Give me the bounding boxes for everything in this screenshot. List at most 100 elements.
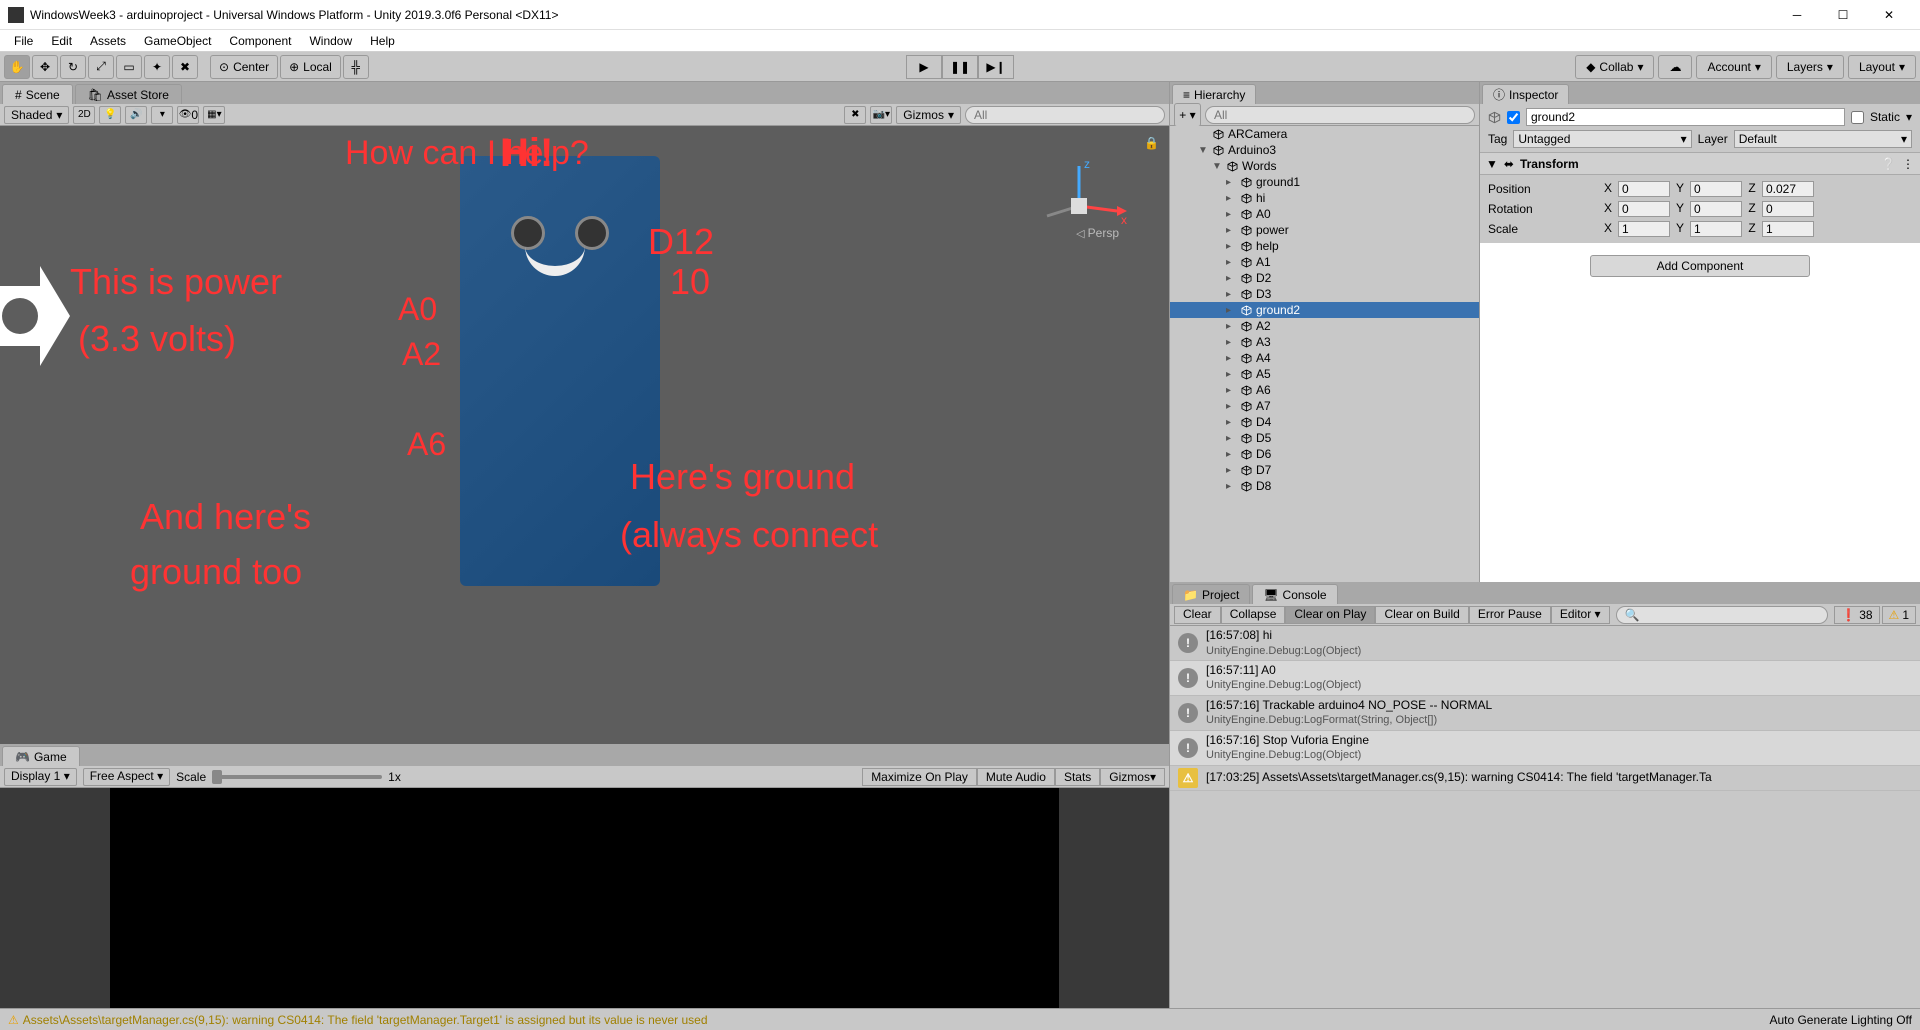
pivot-center[interactable]: ⊙Center — [210, 55, 278, 79]
tree-item-D5[interactable]: ▸D5 — [1170, 430, 1479, 446]
tab-project[interactable]: 📁 Project — [1172, 584, 1250, 604]
play-button[interactable]: ▶ — [906, 55, 942, 79]
position-z[interactable] — [1762, 181, 1814, 197]
cloud-button[interactable]: ☁ — [1658, 55, 1692, 79]
transform-tool[interactable]: ✦ — [144, 55, 170, 79]
tree-item-hi[interactable]: ▸hi — [1170, 190, 1479, 206]
tree-item-A7[interactable]: ▸A7 — [1170, 398, 1479, 414]
game-view[interactable] — [0, 788, 1169, 1008]
maximize-on-play[interactable]: Maximize On Play — [862, 768, 977, 786]
component-menu-icon[interactable]: ⋮ — [1902, 157, 1914, 171]
tab-scene[interactable]: # Scene — [2, 84, 73, 104]
clear-on-play-button[interactable]: Clear on Play — [1285, 606, 1375, 624]
grid-toggle[interactable]: ▦▾ — [203, 106, 225, 124]
account-button[interactable]: Account ▾ — [1696, 55, 1771, 79]
snap-tool[interactable]: ╬ — [343, 55, 369, 79]
rotate-tool[interactable]: ↻ — [60, 55, 86, 79]
log-entry[interactable]: ![16:57:08] hiUnityEngine.Debug:Log(Obje… — [1170, 626, 1920, 661]
persp-label[interactable]: ◁ Persp — [1076, 226, 1119, 240]
hand-tool[interactable]: ✋ — [4, 55, 30, 79]
lighting-toggle[interactable]: 💡 — [99, 106, 121, 124]
tree-item-A6[interactable]: ▸A6 — [1170, 382, 1479, 398]
rect-tool[interactable]: ▭ — [116, 55, 142, 79]
audio-toggle[interactable]: 🔊 — [125, 106, 147, 124]
menu-assets[interactable]: Assets — [82, 32, 134, 50]
hierarchy-search[interactable] — [1205, 106, 1475, 124]
clear-on-build-button[interactable]: Clear on Build — [1375, 606, 1468, 624]
move-tool[interactable]: ✥ — [32, 55, 58, 79]
hidden-toggle[interactable]: 👁0 — [177, 106, 199, 124]
scene-search-input[interactable] — [965, 106, 1165, 124]
warn-count[interactable]: ⚠1 — [1882, 606, 1916, 624]
step-button[interactable]: ▶❙ — [978, 55, 1014, 79]
aspect-dropdown[interactable]: Free Aspect ▾ — [83, 768, 170, 786]
tree-item-Arduino3[interactable]: ▼Arduino3 — [1170, 142, 1479, 158]
tree-item-D8[interactable]: ▸D8 — [1170, 478, 1479, 494]
pivot-local[interactable]: ⊕Local — [280, 55, 341, 79]
log-entry[interactable]: ![16:57:11] A0UnityEngine.Debug:Log(Obje… — [1170, 661, 1920, 696]
position-x[interactable] — [1618, 181, 1670, 197]
tree-item-A2[interactable]: ▸A2 — [1170, 318, 1479, 334]
info-count[interactable]: ❗38 — [1834, 606, 1879, 624]
scene-view[interactable]: How can I help? Hi! This is power (3.3 v… — [0, 126, 1169, 744]
status-lighting[interactable]: Auto Generate Lighting Off — [1769, 1013, 1912, 1027]
add-component-button[interactable]: Add Component — [1590, 255, 1810, 277]
render-mode-dropdown[interactable]: Shaded ▾ — [4, 106, 69, 124]
menu-gameobject[interactable]: GameObject — [136, 32, 219, 50]
menu-file[interactable]: File — [6, 32, 41, 50]
tree-item-ground2[interactable]: ▸ground2 — [1170, 302, 1479, 318]
display-dropdown[interactable]: Display 1 ▾ — [4, 768, 77, 786]
tree-item-ARCamera[interactable]: ARCamera — [1170, 126, 1479, 142]
menu-help[interactable]: Help — [362, 32, 403, 50]
tab-game[interactable]: 🎮 Game — [2, 746, 80, 766]
tree-item-A4[interactable]: ▸A4 — [1170, 350, 1479, 366]
game-gizmos[interactable]: Gizmos ▾ — [1100, 768, 1165, 786]
custom-tool[interactable]: ✖ — [172, 55, 198, 79]
log-entry[interactable]: ![16:57:16] Trackable arduino4 NO_POSE -… — [1170, 696, 1920, 731]
maximize-button[interactable]: ☐ — [1820, 0, 1866, 30]
camera-button[interactable]: 📷▾ — [870, 106, 892, 124]
tree-item-D4[interactable]: ▸D4 — [1170, 414, 1479, 430]
clear-button[interactable]: Clear — [1174, 606, 1221, 624]
layer-dropdown[interactable]: Default▾ — [1734, 130, 1912, 148]
scale-y[interactable] — [1690, 221, 1742, 237]
console-search[interactable] — [1616, 606, 1829, 624]
rotation-z[interactable] — [1762, 201, 1814, 217]
layout-button[interactable]: Layout ▾ — [1848, 55, 1916, 79]
tree-item-D3[interactable]: ▸D3 — [1170, 286, 1479, 302]
tree-item-help[interactable]: ▸help — [1170, 238, 1479, 254]
tools-button[interactable]: ✖ — [844, 106, 866, 124]
layers-button[interactable]: Layers ▾ — [1776, 55, 1844, 79]
tag-dropdown[interactable]: Untagged▾ — [1513, 130, 1691, 148]
tree-item-A0[interactable]: ▸A0 — [1170, 206, 1479, 222]
mute-audio[interactable]: Mute Audio — [977, 768, 1055, 786]
lock-icon[interactable]: 🔒 — [1144, 136, 1159, 150]
console-log[interactable]: ![16:57:08] hiUnityEngine.Debug:Log(Obje… — [1170, 626, 1920, 1008]
tree-item-A3[interactable]: ▸A3 — [1170, 334, 1479, 350]
position-y[interactable] — [1690, 181, 1742, 197]
tree-item-ground1[interactable]: ▸ground1 — [1170, 174, 1479, 190]
error-pause-button[interactable]: Error Pause — [1469, 606, 1551, 624]
editor-button[interactable]: Editor ▾ — [1551, 606, 1610, 624]
tree-item-Words[interactable]: ▼Words — [1170, 158, 1479, 174]
log-entry[interactable]: ![16:57:16] Stop Vuforia EngineUnityEngi… — [1170, 731, 1920, 766]
rotation-x[interactable] — [1618, 201, 1670, 217]
close-button[interactable]: ✕ — [1866, 0, 1912, 30]
active-checkbox[interactable] — [1507, 111, 1520, 124]
tab-console[interactable]: 🖥 Console — [1252, 584, 1337, 604]
tree-item-D2[interactable]: ▸D2 — [1170, 270, 1479, 286]
pause-button[interactable]: ❚❚ — [942, 55, 978, 79]
tree-item-D7[interactable]: ▸D7 — [1170, 462, 1479, 478]
log-entry[interactable]: ⚠[17:03:25] Assets\Assets\targetManager.… — [1170, 766, 1920, 791]
menu-window[interactable]: Window — [301, 32, 360, 50]
scale-slider[interactable] — [212, 775, 382, 779]
rotation-y[interactable] — [1690, 201, 1742, 217]
tab-inspector[interactable]: ⓘ Inspector — [1482, 84, 1569, 104]
tree-item-D6[interactable]: ▸D6 — [1170, 446, 1479, 462]
tree-item-A5[interactable]: ▸A5 — [1170, 366, 1479, 382]
transform-header[interactable]: ▼ ⬌ Transform ❔ ⋮ — [1480, 153, 1920, 175]
fx-toggle[interactable]: ▾ — [151, 106, 173, 124]
tab-asset-store[interactable]: 🛍 Asset Store — [75, 84, 182, 104]
scale-z[interactable] — [1762, 221, 1814, 237]
minimize-button[interactable]: ─ — [1774, 0, 1820, 30]
